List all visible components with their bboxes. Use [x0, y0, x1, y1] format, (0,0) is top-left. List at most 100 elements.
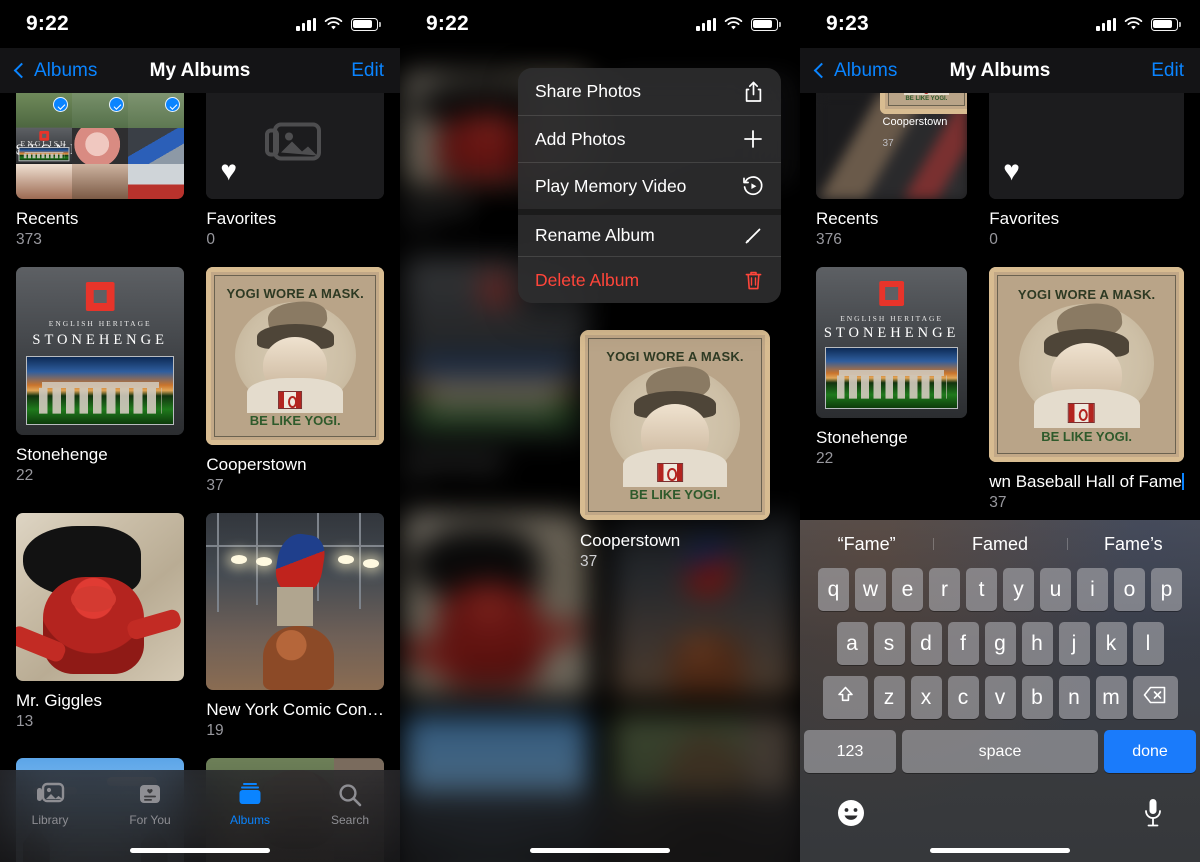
album-thumbnail-comic-con[interactable] — [206, 512, 384, 691]
key-z[interactable]: z — [873, 676, 905, 719]
album-thumbnail-recents[interactable]: ENGLISH HERITAGESTONEHENGE — [16, 93, 185, 199]
menu-item-delete-album[interactable]: Delete Album — [518, 256, 781, 303]
album-context-menu[interactable]: Share Photos Add Photos Play Memory Vide… — [518, 68, 781, 303]
back-button[interactable]: Albums — [813, 60, 897, 82]
album-thumbnail-stonehenge[interactable]: ENGLISH HERITAGE STONEHENGE — [16, 267, 185, 436]
key-c[interactable]: c — [947, 676, 979, 719]
three-panel-screenshot: ENGLISH HERITAGESTONEHENGE Recents 373 — [0, 0, 1200, 862]
album-cell-comic-con[interactable]: New York Comic Con… 19 — [206, 512, 384, 741]
album-name: Recents — [816, 209, 879, 228]
home-indicator[interactable] — [130, 848, 270, 853]
key-d[interactable]: d — [910, 622, 942, 665]
album-cell-favorites[interactable]: ♥ Favorites 0 — [206, 93, 384, 249]
menu-item-add-photos[interactable]: Add Photos — [518, 115, 781, 162]
keyboard-row-3: z x c v b n m — [800, 676, 1200, 719]
suggestion-2[interactable]: Fame’s — [1066, 534, 1200, 555]
album-cell-stonehenge[interactable]: ENGLISH HERITAGE STONEHENGE Stonehenge 22 — [16, 267, 185, 495]
trash-icon — [742, 269, 764, 291]
home-indicator[interactable] — [530, 848, 670, 853]
key-w[interactable]: w — [855, 568, 886, 611]
key-b[interactable]: b — [1021, 676, 1053, 719]
album-cell-favorites[interactable]: ♥ Favorites 0 — [989, 93, 1184, 249]
suggestion-0[interactable]: “Fame” — [800, 534, 933, 555]
album-name-input-value: wn Baseball Hall of Fame — [989, 471, 1182, 491]
keyboard-bottom-row — [800, 784, 1200, 846]
key-k[interactable]: k — [1095, 622, 1127, 665]
key-s[interactable]: s — [873, 622, 905, 665]
album-count: 13 — [16, 713, 34, 730]
tab-library[interactable]: Library — [0, 770, 100, 862]
edit-button[interactable]: Edit — [351, 60, 384, 82]
album-thumbnail-favorites[interactable]: ♥ — [206, 93, 384, 199]
battery-icon — [351, 17, 381, 31]
album-name: New York Comic Con… — [206, 700, 384, 720]
album-cell-mr-giggles[interactable]: Mr. Giggles 13 — [16, 512, 185, 741]
key-j[interactable]: j — [1058, 622, 1090, 665]
menu-item-share-photos[interactable]: Share Photos — [518, 68, 781, 115]
key-g[interactable]: g — [984, 622, 1016, 665]
key-u[interactable]: u — [1040, 568, 1071, 611]
shift-icon — [836, 685, 855, 710]
key-v[interactable]: v — [984, 676, 1016, 719]
autocorrect-suggestion-bar[interactable]: “Fame” Famed Fame’s — [800, 520, 1200, 568]
pencil-icon — [742, 225, 764, 247]
return-key[interactable]: done — [1104, 730, 1196, 773]
key-q[interactable]: q — [818, 568, 849, 611]
menu-item-rename-album[interactable]: Rename Album — [518, 209, 781, 256]
heart-card-icon — [140, 785, 160, 803]
suggestion-1[interactable]: Famed — [933, 534, 1066, 555]
album-thumbnail-renaming[interactable]: YOGI WORE A MASK. BE LIKE YOGI. — [989, 267, 1184, 462]
key-p[interactable]: p — [1151, 568, 1182, 611]
key-a[interactable]: a — [836, 622, 868, 665]
selected-check-icon — [109, 97, 125, 112]
home-indicator[interactable] — [930, 848, 1070, 853]
album-thumbnail-favorites[interactable]: ♥ — [989, 93, 1184, 199]
album-thumbnail-stonehenge[interactable]: ENGLISH HERITAGE STONEHENGE — [816, 267, 968, 419]
menu-item-label: Add Photos — [535, 128, 626, 149]
key-e[interactable]: e — [892, 568, 923, 611]
keyboard-row-4: 123 space done — [800, 730, 1200, 773]
album-name: Mr. Giggles — [16, 691, 102, 710]
selected-check-icon — [165, 97, 181, 112]
album-cell-recents[interactable]: BE LIKE YOGI. Cooperstown 37 Recents 376 — [816, 93, 968, 249]
numbers-key[interactable]: 123 — [804, 730, 896, 773]
album-name-input[interactable]: wn Baseball Hall of Fame — [989, 472, 1184, 492]
album-cell-recents[interactable]: ENGLISH HERITAGESTONEHENGE Recents 373 — [16, 93, 185, 249]
key-m[interactable]: m — [1095, 676, 1127, 719]
key-t[interactable]: t — [966, 568, 997, 611]
back-button[interactable]: Albums — [13, 60, 97, 82]
album-name: Favorites — [206, 209, 277, 228]
backspace-key[interactable] — [1132, 676, 1178, 719]
key-r[interactable]: r — [929, 568, 960, 611]
key-x[interactable]: x — [910, 676, 942, 719]
menu-item-play-memory-video[interactable]: Play Memory Video — [518, 162, 781, 209]
tab-search[interactable]: Search — [300, 770, 400, 862]
key-n[interactable]: n — [1058, 676, 1090, 719]
key-l[interactable]: l — [1132, 622, 1164, 665]
key-i[interactable]: i — [1077, 568, 1108, 611]
menu-item-label: Share Photos — [535, 81, 642, 101]
on-screen-keyboard[interactable]: “Fame” Famed Fame’s q w e r t y u i o p … — [800, 520, 1200, 862]
key-f[interactable]: f — [947, 622, 979, 665]
emoji-icon[interactable] — [836, 798, 866, 833]
album-cell-stonehenge[interactable]: ENGLISH HERITAGE STONEHENGE Stonehenge 22 — [816, 267, 968, 512]
key-h[interactable]: h — [1021, 622, 1053, 665]
key-y[interactable]: y — [1003, 568, 1034, 611]
album-preview-thumbnail[interactable]: YOGI WORE A MASK. BE LIKE YOGI. — [580, 330, 770, 520]
album-cell-cooperstown[interactable]: YOGI WORE A MASK. BE LIKE YOGI. Coopersto… — [206, 267, 384, 495]
menu-item-label: Delete Album — [535, 269, 640, 290]
album-grid[interactable]: ENGLISH HERITAGESTONEHENGE Recents 373 — [0, 93, 400, 862]
album-preview-card[interactable]: YOGI WORE A MASK. BE LIKE YOGI. Coopersto… — [580, 330, 770, 571]
album-thumbnail-cooperstown[interactable]: YOGI WORE A MASK. BE LIKE YOGI. — [206, 267, 384, 445]
edit-button[interactable]: Edit — [1151, 60, 1184, 82]
status-bar: 9:22 — [0, 0, 400, 48]
microphone-icon[interactable] — [1142, 797, 1164, 834]
battery-icon — [1151, 17, 1181, 31]
album-cell-renaming[interactable]: YOGI WORE A MASK. BE LIKE YOGI. wn Baseba… — [989, 267, 1184, 512]
album-thumbnail-mr-giggles[interactable] — [16, 512, 185, 681]
album-thumbnail-recents[interactable]: BE LIKE YOGI. Cooperstown 37 — [816, 93, 968, 199]
space-key[interactable]: space — [902, 730, 1098, 773]
album-count: 0 — [206, 231, 215, 248]
key-o[interactable]: o — [1114, 568, 1145, 611]
shift-key[interactable] — [822, 676, 868, 719]
